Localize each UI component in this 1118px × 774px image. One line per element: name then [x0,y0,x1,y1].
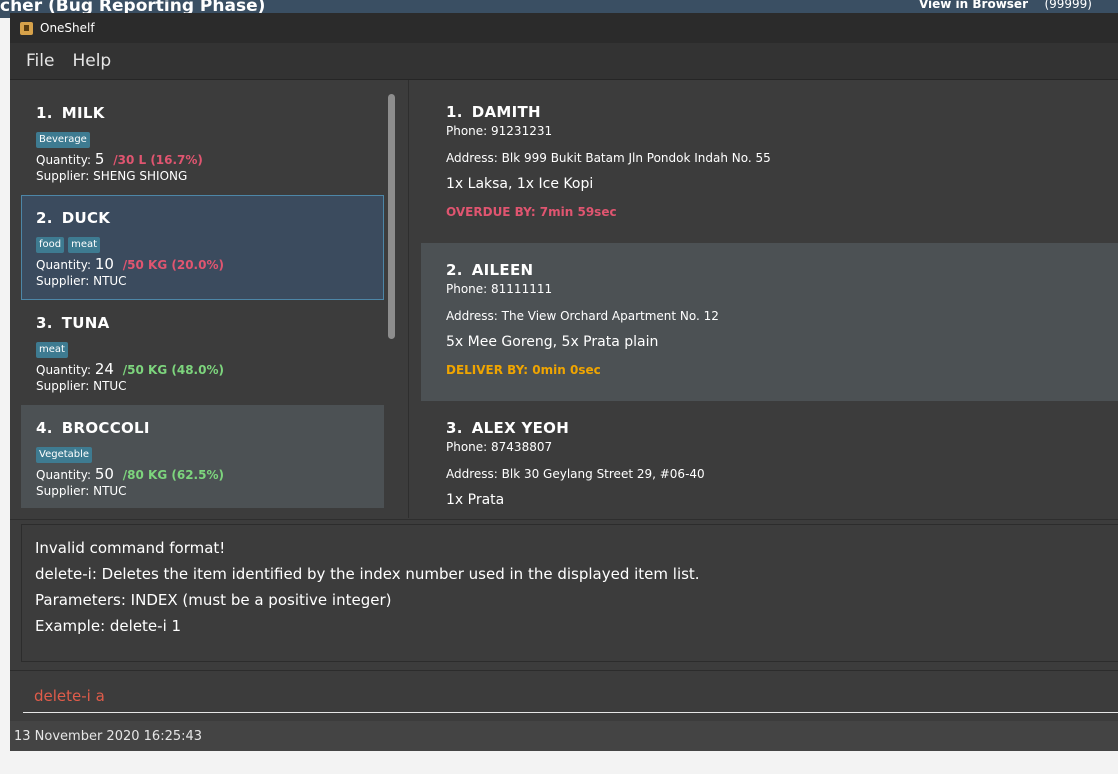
order-title: 3. ALEX YEOH [446,419,1118,437]
item-index: 2. [36,209,53,227]
item-quantity-line: Quantity: 50 /80 KG (62.5%) [36,465,369,483]
app-window: OneShelf File Help 1. MILK Beverage Quant… [10,13,1118,774]
order-card[interactable]: 2. AILEEN Phone: 81111111 Address: The Vi… [421,243,1118,401]
item-name: DUCK [61,209,111,227]
item-index: 4. [36,419,53,437]
order-phone: Phone: 87438807 [446,440,553,454]
order-card[interactable]: 3. ALEX YEOH Phone: 87438807 Address: Blk… [421,401,1118,515]
item-supplier: Supplier: NTUC [36,484,127,498]
item-quantity-label: Quantity: [36,468,92,482]
status-datetime: 13 November 2020 16:25:43 [14,728,203,744]
item-tag: Vegetable [36,447,93,463]
order-customer-name: AILEEN [471,261,534,279]
item-tag: food [36,237,65,253]
order-customer-name: DAMITH [471,103,541,121]
result-line: delete-i: Deletes the item identified by… [35,565,700,583]
item-list-scroll-thumb[interactable] [388,94,395,339]
order-status: OVERDUE BY: 7min 59sec [446,205,617,219]
order-items: 1x Prata [446,492,505,508]
command-input[interactable] [23,679,1118,713]
app-icon [20,21,33,35]
item-quantity-line: Quantity: 10 /50 KG (20.0%) [36,255,369,273]
status-bar: 13 November 2020 16:25:43 [10,721,1118,751]
item-supplier: Supplier: NTUC [36,274,127,288]
item-card[interactable]: 1. MILK Beverage Quantity: 5 /30 L (16.7%… [21,90,384,195]
background-window-link[interactable]: View in Browser [919,0,1028,11]
item-quantity: 24 [94,360,114,378]
order-items: 1x Laksa, 1x Ice Kopi [446,176,594,192]
item-name: BROCCOLI [61,419,150,437]
item-tag: Beverage [36,132,90,148]
menu-file[interactable]: File [26,51,54,71]
split-divider[interactable] [408,80,409,518]
item-quantity-label: Quantity: [36,153,92,167]
horizontal-divider [10,519,1118,520]
item-quantity: 5 [94,150,105,168]
item-title: 1. MILK [36,104,369,122]
item-index: 3. [36,314,53,332]
result-line: Invalid command format! [35,539,226,557]
order-index: 1. [446,103,463,121]
item-tag: meat [68,237,101,253]
item-card[interactable]: 2. DUCK food meat Quantity: 10 /50 KG (20.… [21,195,384,300]
order-index: 2. [446,261,463,279]
order-phone: Phone: 81111111 [446,282,553,296]
order-card[interactable]: 1. DAMITH Phone: 91231231 Address: Blk 99… [421,85,1118,243]
item-list[interactable]: 1. MILK Beverage Quantity: 5 /30 L (16.7%… [21,90,384,508]
order-phone: Phone: 91231231 [446,124,553,138]
result-line: Parameters: INDEX (must be a positive in… [35,591,392,609]
item-stock-ratio: /80 KG (62.5%) [122,468,224,482]
item-quantity-line: Quantity: 24 /50 KG (48.0%) [36,360,369,378]
order-address: Address: The View Orchard Apartment No. … [446,309,719,323]
order-index: 3. [446,419,463,437]
order-title: 1. DAMITH [446,103,1118,121]
window-bottom-edge [10,751,1118,774]
item-index: 1. [36,104,53,122]
item-quantity-label: Quantity: [36,363,92,377]
order-customer-name: ALEX YEOH [471,419,570,437]
item-title: 2. DUCK [36,209,369,227]
item-quantity-label: Quantity: [36,258,92,272]
window-titlebar: OneShelf [10,13,1118,43]
item-tags: meat [36,337,369,358]
item-quantity-line: Quantity: 5 /30 L (16.7%) [36,150,369,168]
item-supplier: Supplier: NTUC [36,379,127,393]
item-stock-ratio: /30 L (16.7%) [113,153,203,167]
item-tag: meat [36,342,68,358]
item-name: TUNA [61,314,110,332]
order-address: Address: Blk 30 Geylang Street 29, #06-4… [446,467,705,481]
menu-bar: File Help [10,43,1118,80]
order-list[interactable]: 1. DAMITH Phone: 91231231 Address: Blk 99… [421,85,1118,515]
command-box [10,670,1118,717]
item-card[interactable]: 4. BROCCOLI Vegetable Quantity: 50 /80 KG… [21,405,384,508]
item-tags: Vegetable [36,442,369,463]
menu-help[interactable]: Help [72,51,111,71]
order-items: 5x Mee Goreng, 5x Prata plain [446,334,659,350]
item-tags: Beverage [36,127,369,148]
item-card[interactable]: 3. TUNA meat Quantity: 24 /50 KG (48.0%) … [21,300,384,405]
item-supplier: Supplier: SHENG SHIONG [36,169,188,183]
item-stock-ratio: /50 KG (20.0%) [122,258,224,272]
item-name: MILK [61,104,105,122]
order-address: Address: Blk 999 Bukit Batam Jln Pondok … [446,151,771,165]
window-title: OneShelf [40,21,95,35]
result-display: Invalid command format! delete-i: Deletes… [21,524,1118,662]
background-window-counter: (99999) [1044,0,1092,11]
item-tags: food meat [36,232,369,253]
result-line: Example: delete-i 1 [35,617,182,635]
item-stock-ratio: /50 KG (48.0%) [122,363,224,377]
item-title: 3. TUNA [36,314,369,332]
item-quantity: 50 [94,465,114,483]
item-quantity: 10 [94,255,114,273]
order-status: DELIVER BY: 0min 0sec [446,363,601,377]
item-title: 4. BROCCOLI [36,419,369,437]
order-title: 2. AILEEN [446,261,1118,279]
